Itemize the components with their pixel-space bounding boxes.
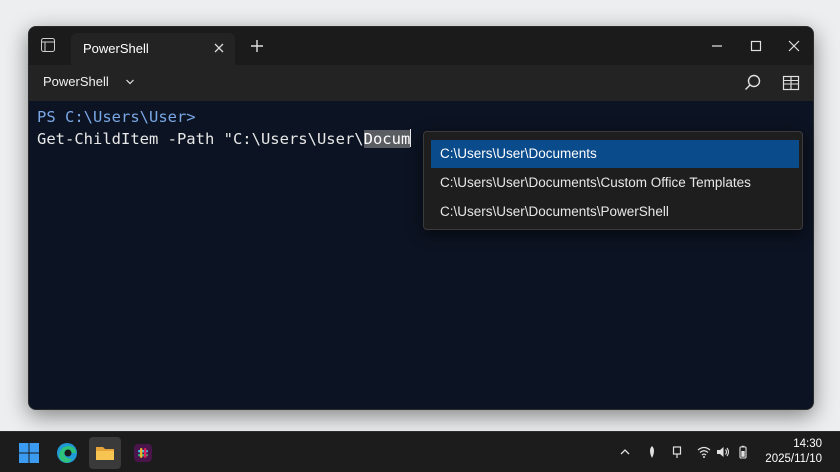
wifi-icon[interactable]: [697, 445, 711, 459]
app-tray-icon[interactable]: [645, 445, 659, 459]
clock-date[interactable]: 2025/11/10: [765, 453, 822, 465]
clock-time[interactable]: 14:30: [793, 438, 822, 450]
tab-title: PowerShell: [83, 41, 149, 56]
profile-dropdown-label[interactable]: PowerShell: [43, 74, 109, 89]
command-line[interactable]: Get-ChildItem -Path "C:\Users\User\Docum: [37, 128, 412, 150]
command-text: Get-ChildItem -Path "C:\Users\User\: [37, 130, 364, 148]
title-bar: PowerShell: [29, 27, 813, 65]
path-suggestions-dropdown: C:\Users\User\Documents C:\Users\User\Do…: [423, 131, 803, 230]
volume-icon[interactable]: [716, 445, 730, 459]
maximize-icon[interactable]: [746, 36, 766, 56]
taskbar-slack[interactable]: [127, 437, 159, 469]
shell-prompt: PS C:\Users\User>: [37, 108, 196, 126]
terminal-app-icon[interactable]: [41, 38, 55, 52]
file-explorer-icon: [96, 447, 114, 460]
usb-device-icon[interactable]: [670, 445, 684, 459]
new-tab-plus-icon[interactable]: [249, 38, 265, 54]
minimize-icon[interactable]: [707, 36, 727, 56]
tab-powershell[interactable]: PowerShell: [71, 33, 235, 65]
text-cursor: [410, 129, 412, 147]
start-button[interactable]: [13, 437, 45, 469]
taskbar: 14:30 2025/11/10: [0, 431, 840, 472]
suggestion-item[interactable]: C:\Users\User\Documents: [431, 140, 799, 168]
close-window-icon[interactable]: [784, 36, 804, 56]
chevron-up-icon[interactable]: [618, 445, 632, 459]
close-tab-icon[interactable]: [213, 42, 225, 54]
taskbar-edge[interactable]: [51, 437, 83, 469]
slack-icon: [134, 444, 152, 462]
toolbar: PowerShell: [29, 65, 813, 101]
taskbar-file-explorer[interactable]: [89, 437, 121, 469]
edge-icon: [57, 443, 77, 463]
suggestion-item[interactable]: C:\Users\User\Documents\Custom Office Te…: [431, 169, 799, 197]
search-icon[interactable]: [743, 73, 763, 93]
suggestion-item[interactable]: C:\Users\User\Documents\PowerShell: [431, 198, 799, 226]
selected-completion-text: Docum: [363, 130, 411, 148]
chevron-down-icon[interactable]: [125, 77, 135, 87]
battery-icon[interactable]: [736, 445, 750, 459]
start-icon: [19, 443, 39, 463]
split-pane-icon[interactable]: [781, 73, 801, 93]
